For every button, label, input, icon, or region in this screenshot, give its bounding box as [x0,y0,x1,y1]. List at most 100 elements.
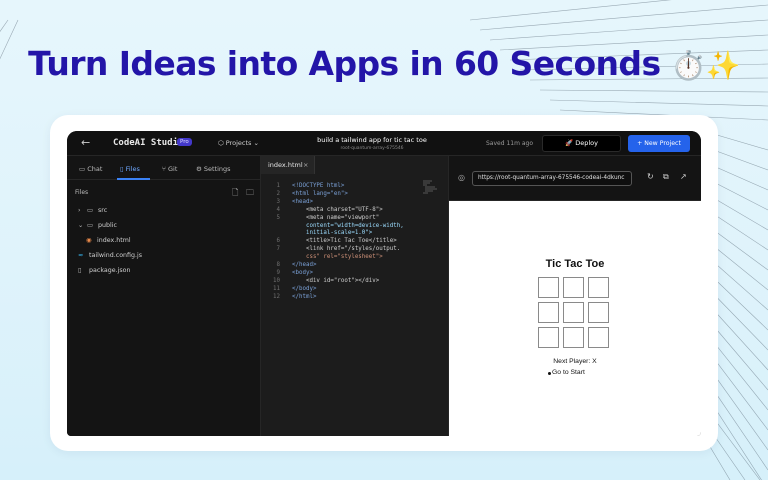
code-line: <link href="/styles/output. [292,246,401,253]
tree-item-label: tailwind.config.js [89,252,143,259]
line-number: 5 [276,214,281,221]
tree-item-label: package.json [89,267,131,274]
html-file-icon: ◉ [86,237,92,244]
code-line: </head> [292,262,317,268]
tab-chat-label: Chat [87,165,103,173]
deploy-button[interactable]: 🚀 Deploy [542,135,621,152]
close-icon[interactable]: × [303,156,308,174]
tab-settings[interactable]: ⚙ Settings [196,165,231,173]
tab-files-label: Files [125,165,140,173]
tree-item-public[interactable]: ⌄ ▭ public [78,222,117,229]
deploy-label: Deploy [575,139,598,147]
tree-item-package-json[interactable]: ▯ package.json [78,267,130,274]
editor-tab-index-html[interactable]: index.html × [261,156,315,174]
tree-item-label: public [98,222,117,229]
line-number: 12 [273,293,280,300]
tree-item-tailwind-config[interactable]: ≈ tailwind.config.js [78,252,142,259]
editor-tab-label: index.html [268,161,303,169]
refresh-icon[interactable]: ↻ [647,172,654,181]
files-heading: Files [75,189,89,196]
line-number: 7 [276,246,281,253]
board-cell[interactable] [538,302,559,323]
tree-item-label: src [98,207,108,214]
line-number: 10 [273,277,280,284]
top-bar: ← CodeAI Studio Pro ⬡ Projects ⌄ build a… [67,131,701,156]
tab-git[interactable]: ⑂ Git [162,165,177,173]
new-file-icon[interactable]: 🗋 [232,187,238,201]
headline-text: Turn Ideas into Apps in 60 Seconds [28,44,661,83]
preview-url-field[interactable]: https://root-quantum-array-675546-codeai… [472,171,632,186]
board-cell[interactable] [563,327,584,348]
app-window: ← CodeAI Studio Pro ⬡ Projects ⌄ build a… [67,131,701,436]
git-icon: ⑂ [162,165,166,173]
board-cell[interactable] [563,302,584,323]
file-icon: ▯ [78,267,82,274]
code-line: </body> [292,285,317,292]
line-number: 8 [276,262,281,268]
folder-open-icon: ▭ [87,222,93,229]
code-line: content="width=device-width, [292,222,404,229]
code-line: <title>Tic Tac Toe</title> [292,238,397,245]
preview-pane: Tic Tac Toe Next Player: X Go to Start [449,201,701,436]
line-number: 9 [276,269,281,276]
new-project-button[interactable]: + New Project [628,135,690,152]
list-bullet [548,372,551,375]
code-line: <head> [292,198,313,205]
stopwatch-sparkles-icon: ⏱️✨ [671,49,740,82]
line-number: 4 [276,206,281,213]
tab-files[interactable]: ▯ Files [120,165,140,173]
board-cell[interactable] [588,327,609,348]
code-editor[interactable]: index.html × 1 2 3 4 5 6 7 8 9 10 11 12 … [261,156,449,436]
board-cell[interactable] [563,277,584,298]
folder-icon: ▭ [87,207,93,214]
tree-item-src[interactable]: › ▭ src [78,207,107,214]
chevron-down-icon: ⌄ [78,222,84,229]
gear-icon: ⚙ [196,165,202,173]
minimap[interactable] [423,180,439,194]
project-title: build a tailwind app for tic tac toe [317,136,427,144]
tab-settings-label: Settings [203,165,231,173]
preview-toolbar: ◎ https://root-quantum-array-675546-code… [449,156,701,201]
tree-item-index-html[interactable]: ◉ index.html [86,237,131,244]
saved-status: Saved 11m ago [486,140,533,147]
back-arrow-icon[interactable]: ← [81,136,90,149]
board-cell[interactable] [538,327,559,348]
go-to-start-button[interactable]: Go to Start [552,369,585,376]
board-cell[interactable] [588,302,609,323]
file-icon: ▯ [120,165,124,173]
external-link-icon[interactable]: ↗ [680,172,687,181]
chat-icon: ▭ [79,165,86,173]
line-number: 11 [273,285,280,292]
sidebar: ▭ Chat ▯ Files ⑂ Git ⚙ Settings Files 🗋 … [67,156,261,436]
sidebar-tabs: ▭ Chat ▯ Files ⑂ Git ⚙ Settings [67,156,261,180]
line-number: 6 [276,238,281,245]
brand-name: CodeAI Studio [113,138,184,148]
next-player-status: Next Player: X [553,358,597,365]
line-number: 2 [276,190,281,197]
tab-chat[interactable]: ▭ Chat [79,165,102,173]
line-number: 3 [276,198,281,205]
pro-badge: Pro [177,138,192,146]
globe-icon: ◎ [458,173,465,182]
code-line: css" rel="stylesheet"> [292,254,383,261]
code-line: <div id="root"></div> [292,277,380,284]
game-board [538,277,610,349]
tab-git-label: Git [167,165,178,173]
copy-icon[interactable]: ⧉ [663,172,669,182]
code-line: <!DOCTYPE html> [292,183,345,189]
projects-dropdown[interactable]: ⬡ Projects ⌄ [218,139,259,147]
chevron-down-icon: ⌄ [253,139,259,147]
projects-label: Projects [225,139,252,147]
code-line: <html lang="en"> [292,190,348,197]
game-title: Tic Tac Toe [545,258,605,270]
code-line: initial-scale=1.0"> [292,230,373,237]
project-id: root-quantum-array-675546 [340,146,404,151]
code-line: <meta name="viewport" [292,214,380,221]
board-cell[interactable] [538,277,559,298]
board-cell[interactable] [588,277,609,298]
tree-item-label: index.html [97,237,131,244]
rocket-icon: 🚀 [565,139,574,147]
new-folder-icon[interactable]: 🗀 [246,187,254,201]
line-number: 1 [276,183,281,189]
code-line: </html> [292,293,317,300]
